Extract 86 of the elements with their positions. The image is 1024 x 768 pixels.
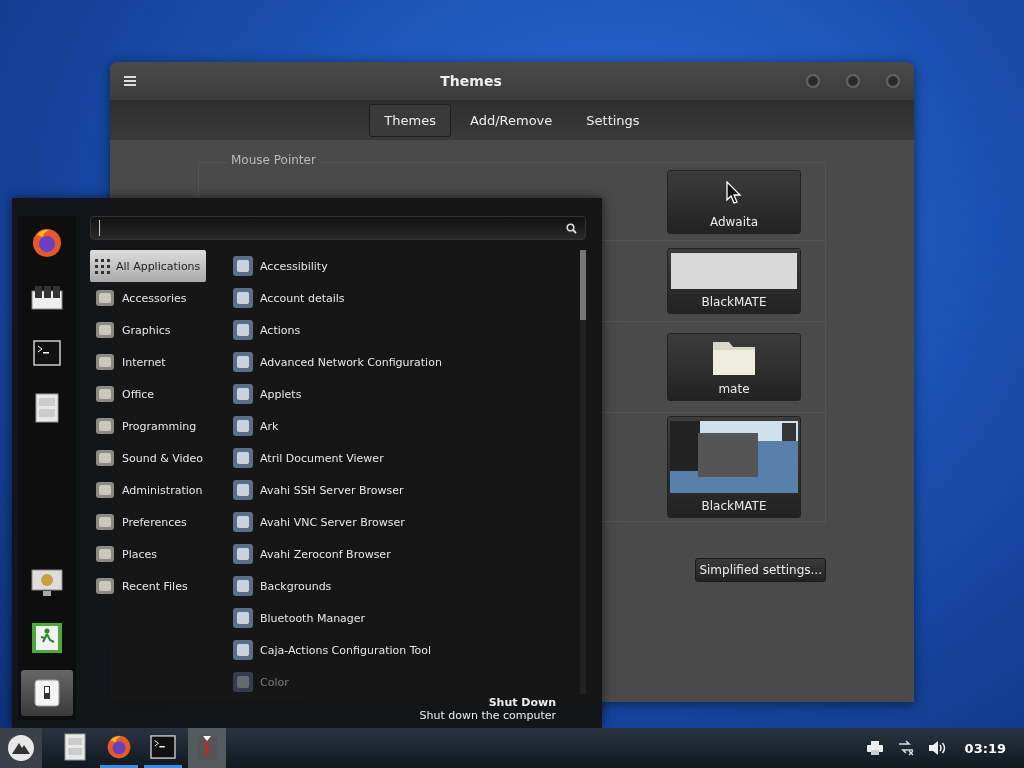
tab[interactable]: Themes <box>369 103 451 137</box>
application-item[interactable]: Avahi Zeroconf Browser <box>228 538 576 570</box>
scrollbar[interactable] <box>580 250 586 694</box>
session-button[interactable] <box>21 670 73 716</box>
cursor-icon <box>726 180 742 205</box>
application-item[interactable]: Avahi SSH Server Browser <box>228 474 576 506</box>
category-item[interactable]: Programming <box>90 410 222 442</box>
tab[interactable]: Settings <box>571 103 655 137</box>
application-item[interactable]: Caja-Actions Configuration Tool <box>228 634 576 666</box>
category-item[interactable]: Internet <box>90 346 222 378</box>
tab[interactable]: Add/Remove <box>455 103 568 137</box>
application-icon <box>232 543 254 565</box>
close-button[interactable] <box>886 74 900 88</box>
printer-icon[interactable] <box>866 741 883 755</box>
minimize-button[interactable] <box>806 74 820 88</box>
application-icon <box>232 255 254 277</box>
application-item[interactable]: Bluetooth Manager <box>228 602 576 634</box>
application-item[interactable]: Avahi VNC Server Browser <box>228 506 576 538</box>
category-icon <box>94 319 116 341</box>
application-icon <box>232 511 254 533</box>
grid-icon <box>94 258 110 274</box>
file-cabinet-icon <box>64 732 86 761</box>
monitor-lock-icon <box>31 569 63 597</box>
application-item[interactable]: Applets <box>228 378 576 410</box>
theme-button[interactable]: BlackMATE <box>667 416 801 518</box>
application-icon <box>232 575 254 597</box>
category-item[interactable]: All Applications <box>90 250 206 282</box>
category-icon <box>94 287 116 309</box>
application-icon <box>232 639 254 661</box>
category-icon <box>94 415 116 437</box>
category-item[interactable]: Office <box>90 378 222 410</box>
power-switch-icon <box>34 679 60 707</box>
start-button[interactable] <box>0 728 42 768</box>
category-icon <box>94 447 116 469</box>
control-panel-icon <box>31 285 63 311</box>
application-item[interactable]: Account details <box>228 282 576 314</box>
globe-fox-icon <box>31 227 63 259</box>
row-label: Mouse Pointer <box>227 153 320 167</box>
category-icon <box>94 511 116 533</box>
file-cabinet-icon <box>35 393 59 423</box>
application-icon <box>232 415 254 437</box>
tooltip-title: Shut Down <box>488 696 556 709</box>
application-item[interactable]: Backgrounds <box>228 570 576 602</box>
application-icon <box>232 607 254 629</box>
theme-button[interactable]: BlackMATE <box>667 248 801 314</box>
suit-tie-icon <box>195 732 219 761</box>
application-item[interactable]: Atril Document Viewer <box>228 442 576 474</box>
category-item[interactable]: Administration <box>90 474 222 506</box>
application-icon <box>232 319 254 341</box>
application-icon <box>232 447 254 469</box>
volume-icon[interactable] <box>928 741 947 755</box>
category-icon <box>94 383 116 405</box>
category-icon <box>94 479 116 501</box>
application-icon <box>232 383 254 405</box>
theme-button[interactable]: mate <box>667 333 801 401</box>
application-icon <box>232 479 254 501</box>
network-disconnected-icon[interactable] <box>896 740 915 756</box>
terminal-icon <box>150 734 176 759</box>
application-icon <box>232 287 254 309</box>
maximize-button[interactable] <box>846 74 860 88</box>
window-title: Themes <box>439 73 503 89</box>
category-icon <box>94 351 116 373</box>
category-item[interactable]: Accessories <box>90 282 222 314</box>
application-item[interactable]: Ark <box>228 410 576 442</box>
menu-icon[interactable] <box>124 76 136 86</box>
application-item[interactable]: Actions <box>228 314 576 346</box>
application-icon <box>232 351 254 373</box>
category-item[interactable]: Sound & Video <box>90 442 222 474</box>
category-item[interactable]: Graphics <box>90 314 222 346</box>
exit-sign-icon <box>32 623 62 653</box>
tooltip-text: Shut down the computer <box>419 709 556 722</box>
category-icon <box>94 575 116 597</box>
category-item[interactable]: Preferences <box>90 506 222 538</box>
application-item[interactable]: Accessibility <box>228 250 576 282</box>
category-item[interactable]: Places <box>90 538 222 570</box>
category-item[interactable]: Recent Files <box>90 570 222 602</box>
application-item[interactable]: Advanced Network Configuration <box>228 346 576 378</box>
mountain-logo-icon <box>7 734 35 762</box>
theme-button[interactable]: Adwaita <box>667 169 801 234</box>
category-icon <box>94 543 116 565</box>
search-icon <box>566 222 577 234</box>
clock[interactable]: 03:19 <box>964 740 1006 756</box>
application-icon <box>232 671 254 693</box>
application-item[interactable]: Color <box>228 666 576 694</box>
simplified-settings-button[interactable]: Simplified settings... <box>695 558 826 582</box>
terminal-icon <box>33 340 61 366</box>
